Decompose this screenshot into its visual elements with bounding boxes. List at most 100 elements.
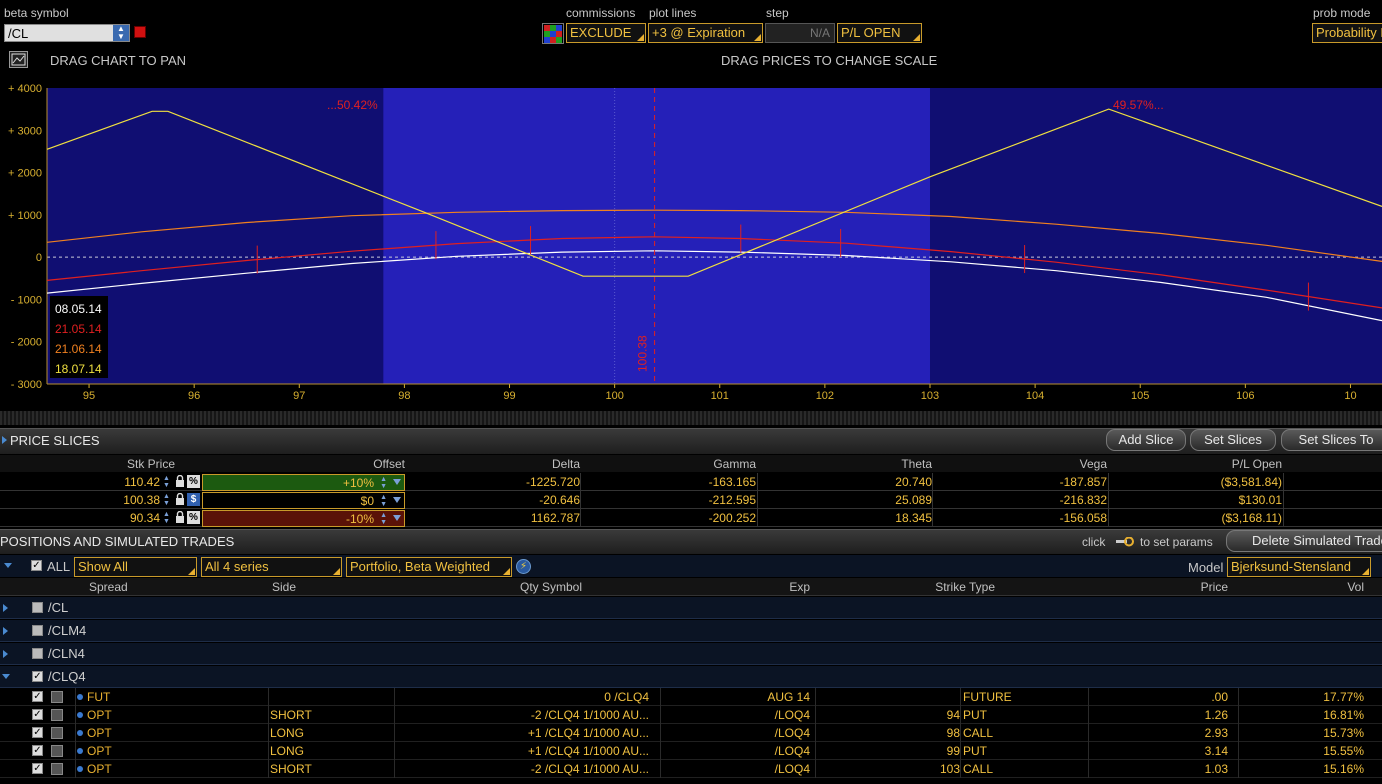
trade-vol[interactable]: 16.81% — [1238, 706, 1364, 724]
slice-offset-field[interactable]: -10% ▲ ▼ — [202, 510, 405, 527]
color-grid-icon[interactable] — [542, 23, 564, 44]
trade-strike[interactable]: 99 — [815, 742, 960, 760]
series-filter-select[interactable]: All 4 series — [201, 557, 342, 577]
portfolio-filter-select[interactable]: Portfolio, Beta Weighted — [346, 557, 512, 577]
expand-group-icon[interactable] — [3, 627, 8, 635]
commissions-select[interactable]: EXCLUDE — [566, 23, 646, 43]
offset-dropdown-icon[interactable] — [393, 479, 401, 485]
offset-unit-icon[interactable]: $ — [187, 493, 200, 506]
trade-price[interactable]: 2.93 — [1088, 724, 1228, 742]
offset-spinner-icon[interactable]: ▲ ▼ — [380, 494, 387, 508]
trade-side[interactable]: LONG — [270, 742, 304, 760]
lock-icon[interactable] — [175, 510, 185, 524]
trade-row[interactable]: ✓ OPT LONG +1 /CLQ4 1/1000 AU... /LOQ4 9… — [0, 742, 1382, 760]
trade-qty-symbol[interactable]: +1 /CLQ4 1/1000 AU... — [394, 742, 649, 760]
trade-row[interactable]: ✓ FUT 0 /CLQ4 AUG 14 FUTURE .00 17.77% — [0, 688, 1382, 706]
group-checkbox[interactable] — [32, 648, 43, 659]
trade-type[interactable]: CALL — [963, 724, 993, 742]
pl-chart[interactable]: + 4000 + 3000 + 2000 + 1000 0 - 1000 - 2000 - 3… — [0, 78, 1382, 408]
trade-side[interactable]: SHORT — [270, 706, 312, 724]
show-filter-select[interactable]: Show All — [74, 557, 197, 577]
set-slices-to-button[interactable]: Set Slices To — [1281, 429, 1382, 451]
step-input[interactable]: N/A — [765, 23, 835, 43]
collapse-icon[interactable] — [2, 436, 7, 444]
chart-image-icon[interactable] — [9, 51, 28, 68]
trade-type[interactable]: PUT — [963, 742, 987, 760]
trade-simulate-toggle[interactable] — [51, 745, 63, 757]
trade-exp[interactable]: /LOQ4 — [660, 742, 810, 760]
trade-exp[interactable]: /LOQ4 — [660, 706, 810, 724]
red-flag-icon[interactable] — [134, 26, 146, 38]
offset-dropdown-icon[interactable] — [393, 515, 401, 521]
trade-qty-symbol[interactable]: -2 /CLQ4 1/1000 AU... — [394, 706, 649, 724]
trade-vol[interactable]: 15.73% — [1238, 724, 1364, 742]
trade-qty-symbol[interactable]: +1 /CLQ4 1/1000 AU... — [394, 724, 649, 742]
trade-checkbox[interactable]: ✓ — [32, 745, 43, 756]
trade-strike[interactable]: 98 — [815, 724, 960, 742]
add-slice-button[interactable]: Add Slice — [1106, 429, 1186, 451]
trade-price[interactable]: 3.14 — [1088, 742, 1228, 760]
slice-stk-price[interactable]: 110.42 — [60, 475, 160, 489]
delete-simulated-trades-button[interactable]: Delete Simulated Trades — [1226, 530, 1382, 552]
trade-type[interactable]: FUTURE — [963, 688, 1012, 706]
prob-mode-select[interactable]: Probability I — [1312, 23, 1382, 43]
trade-vol[interactable]: 17.77% — [1238, 688, 1364, 706]
trade-simulate-toggle[interactable] — [51, 727, 63, 739]
trade-type[interactable]: CALL — [963, 760, 993, 778]
trade-simulate-toggle[interactable] — [51, 691, 63, 703]
offset-spinner-icon[interactable]: ▲ ▼ — [380, 512, 387, 526]
group-checkbox[interactable]: ✓ — [32, 671, 43, 682]
trade-price[interactable]: .00 — [1088, 688, 1228, 706]
trade-row[interactable]: ✓ OPT SHORT -2 /CLQ4 1/1000 AU... /LOQ4 … — [0, 760, 1382, 778]
model-select[interactable]: Bjerksund-Stensland — [1227, 557, 1371, 577]
set-slices-button[interactable]: Set Slices — [1190, 429, 1276, 451]
offset-unit-icon[interactable]: % — [187, 475, 200, 488]
pl-mode-select[interactable]: P/L OPEN — [837, 23, 922, 43]
group-checkbox[interactable] — [32, 625, 43, 636]
offset-dropdown-icon[interactable] — [393, 497, 401, 503]
position-group-row[interactable]: ✓ /CLQ4 — [0, 666, 1382, 688]
select-all-checkbox[interactable]: ✓ — [31, 560, 42, 571]
slice-stk-price[interactable]: 90.34 — [60, 511, 160, 525]
expand-group-icon[interactable] — [3, 650, 8, 658]
trade-type[interactable]: PUT — [963, 706, 987, 724]
trade-strike[interactable]: 94 — [815, 706, 960, 724]
slice-offset-field[interactable]: +10% ▲ ▼ — [202, 474, 405, 491]
trade-checkbox[interactable]: ✓ — [32, 691, 43, 702]
offset-spinner-icon[interactable]: ▲ ▼ — [380, 476, 387, 490]
trade-qty-symbol[interactable]: 0 /CLQ4 — [394, 688, 649, 706]
trade-row[interactable]: ✓ OPT SHORT -2 /CLQ4 1/1000 AU... /LOQ4 … — [0, 706, 1382, 724]
trade-checkbox[interactable]: ✓ — [32, 727, 43, 738]
position-group-row[interactable]: /CLN4 — [0, 643, 1382, 665]
expand-group-icon[interactable] — [3, 604, 8, 612]
trade-checkbox[interactable]: ✓ — [32, 763, 43, 774]
stk-spinner-icon[interactable]: ▲ ▼ — [163, 511, 172, 525]
trade-side[interactable]: SHORT — [270, 760, 312, 778]
trade-side[interactable]: LONG — [270, 724, 304, 742]
splitter[interactable] — [0, 411, 1382, 425]
trade-strike[interactable]: 103 — [815, 760, 960, 778]
trade-exp[interactable]: AUG 14 — [660, 688, 810, 706]
stk-spinner-icon[interactable]: ▲ ▼ — [163, 493, 172, 507]
plot-lines-select[interactable]: +3 @ Expiration — [648, 23, 763, 43]
trade-qty-symbol[interactable]: -2 /CLQ4 1/1000 AU... — [394, 760, 649, 778]
slice-offset-field[interactable]: $0 ▲ ▼ — [202, 492, 405, 509]
collapse-group-icon[interactable] — [2, 674, 10, 679]
lightning-icon[interactable]: ⚡ — [516, 559, 531, 574]
trade-row[interactable]: ✓ OPT LONG +1 /CLQ4 1/1000 AU... /LOQ4 9… — [0, 724, 1382, 742]
trade-simulate-toggle[interactable] — [51, 709, 63, 721]
trade-price[interactable]: 1.26 — [1088, 706, 1228, 724]
group-checkbox[interactable] — [32, 602, 43, 613]
position-group-row[interactable]: /CLM4 — [0, 620, 1382, 642]
trade-price[interactable]: 1.03 — [1088, 760, 1228, 778]
lock-icon[interactable] — [175, 492, 185, 506]
spinner-icon[interactable]: ▲ ▼ — [113, 25, 129, 41]
offset-unit-icon[interactable]: % — [187, 511, 200, 524]
trade-checkbox[interactable]: ✓ — [32, 709, 43, 720]
stk-spinner-icon[interactable]: ▲ ▼ — [163, 475, 172, 489]
trade-vol[interactable]: 15.16% — [1238, 760, 1364, 778]
trade-exp[interactable]: /LOQ4 — [660, 724, 810, 742]
trade-exp[interactable]: /LOQ4 — [660, 760, 810, 778]
trade-vol[interactable]: 15.55% — [1238, 742, 1364, 760]
lock-icon[interactable] — [175, 474, 185, 488]
